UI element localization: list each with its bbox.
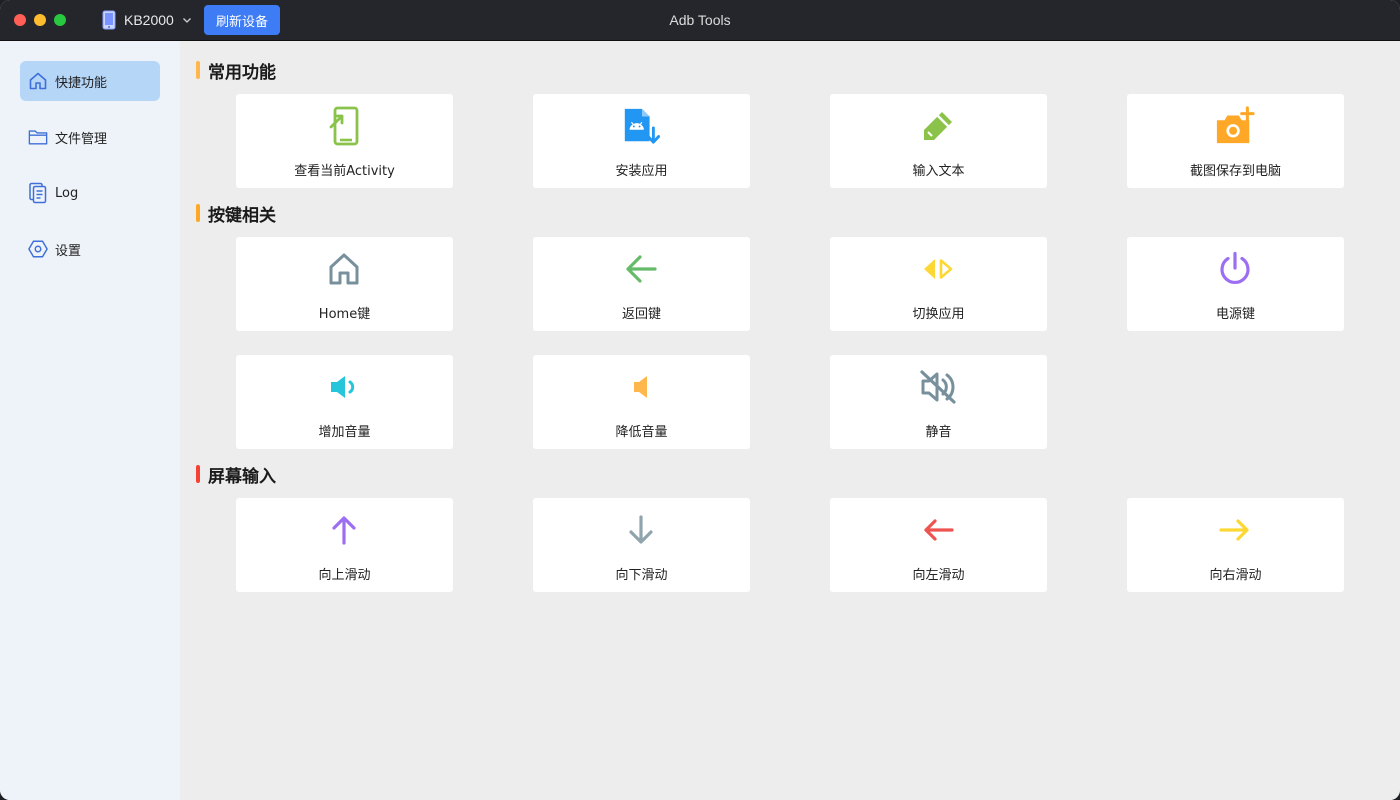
card-label: 安装应用 <box>615 164 668 179</box>
card-label: 向上滑动 <box>318 568 371 583</box>
power-icon <box>1215 249 1255 289</box>
settings-icon <box>28 238 48 260</box>
sidebar-item-settings[interactable]: 设置 <box>20 229 160 269</box>
card-volume-down[interactable]: 降低音量 <box>533 355 750 449</box>
section-title-common: 常用功能 <box>196 60 276 83</box>
camera-add-icon <box>1215 106 1255 146</box>
card-volume-up[interactable]: 增加音量 <box>236 355 453 449</box>
section-accent-bar <box>196 204 200 222</box>
section-accent-bar <box>196 61 200 79</box>
volume-up-icon <box>324 367 364 407</box>
minimize-window-button[interactable] <box>34 14 46 26</box>
sidebar-item-label: Log <box>55 185 79 201</box>
chevron-down-icon <box>182 15 192 25</box>
section-heading: 按键相关 <box>208 205 276 226</box>
device-name: KB2000 <box>124 12 174 28</box>
close-window-button[interactable] <box>14 14 26 26</box>
card-swipe-right[interactable]: 向右滑动 <box>1127 498 1344 592</box>
card-swipe-left[interactable]: 向左滑动 <box>830 498 1047 592</box>
card-install-app[interactable]: 安装应用 <box>533 94 750 188</box>
card-view-activity[interactable]: 查看当前Activity <box>236 94 453 188</box>
sidebar-item-label: 快捷功能 <box>55 75 108 91</box>
arrow-up-icon <box>324 510 364 550</box>
sidebar-item-shortcuts[interactable]: 快捷功能 <box>20 61 160 101</box>
sidebar: 快捷功能 文件管理 Log 设置 <box>0 41 180 800</box>
card-label: 向下滑动 <box>615 568 668 583</box>
card-home-key[interactable]: Home键 <box>236 237 453 331</box>
card-back-key[interactable]: 返回键 <box>533 237 750 331</box>
card-power-key[interactable]: 电源键 <box>1127 237 1344 331</box>
android-install-icon <box>621 106 661 146</box>
section-title-keys: 按键相关 <box>196 203 276 226</box>
switch-app-icon <box>918 249 958 289</box>
card-label: 切换应用 <box>912 307 965 322</box>
card-label: 向右滑动 <box>1209 568 1262 583</box>
sidebar-item-log[interactable]: Log <box>20 173 160 213</box>
sidebar-item-files[interactable]: 文件管理 <box>20 117 160 157</box>
maximize-window-button[interactable] <box>54 14 66 26</box>
phone-icon <box>102 10 116 30</box>
card-screenshot[interactable]: 截图保存到电脑 <box>1127 94 1344 188</box>
card-label: 静音 <box>925 425 952 440</box>
arrow-left-icon <box>918 510 958 550</box>
activity-phone-icon <box>324 106 364 146</box>
card-label: 查看当前Activity <box>294 164 395 179</box>
app-window: KB2000 刷新设备 Adb Tools 快捷功能 文件管理 Log 设置 常… <box>0 0 1400 800</box>
card-label: 电源键 <box>1215 307 1255 322</box>
card-label: 降低音量 <box>615 425 668 440</box>
device-selector[interactable]: KB2000 <box>102 9 192 31</box>
card-mute[interactable]: 静音 <box>830 355 1047 449</box>
section-heading: 屏幕输入 <box>208 466 276 487</box>
log-icon <box>28 182 48 204</box>
card-label: Home键 <box>318 307 371 322</box>
card-swipe-up[interactable]: 向上滑动 <box>236 498 453 592</box>
section-title-screen-input: 屏幕输入 <box>196 464 276 487</box>
card-label: 截图保存到电脑 <box>1189 164 1281 179</box>
volume-down-icon <box>621 367 661 407</box>
card-swipe-down[interactable]: 向下滑动 <box>533 498 750 592</box>
card-input-text[interactable]: 输入文本 <box>830 94 1047 188</box>
refresh-devices-button[interactable]: 刷新设备 <box>204 5 280 35</box>
main-content: 常用功能 查看当前Activity 安装应用 输入文本 截图保存到电脑 按键相关… <box>180 41 1400 800</box>
pen-icon <box>918 106 958 146</box>
card-label: 向左滑动 <box>912 568 965 583</box>
arrow-down-icon <box>621 510 661 550</box>
home-icon <box>28 70 48 92</box>
sidebar-item-label: 文件管理 <box>55 131 108 147</box>
card-label: 增加音量 <box>318 425 371 440</box>
home-key-icon <box>324 249 364 289</box>
card-label: 输入文本 <box>912 164 965 179</box>
mute-icon <box>918 367 958 407</box>
section-heading: 常用功能 <box>208 62 276 83</box>
title-bar: KB2000 刷新设备 Adb Tools <box>0 0 1400 41</box>
arrow-right-icon <box>1215 510 1255 550</box>
arrow-left-icon <box>621 249 661 289</box>
card-label: 返回键 <box>621 307 661 322</box>
card-switch-app[interactable]: 切换应用 <box>830 237 1047 331</box>
folder-icon <box>28 126 48 148</box>
section-accent-bar <box>196 465 200 483</box>
sidebar-item-label: 设置 <box>55 243 82 259</box>
